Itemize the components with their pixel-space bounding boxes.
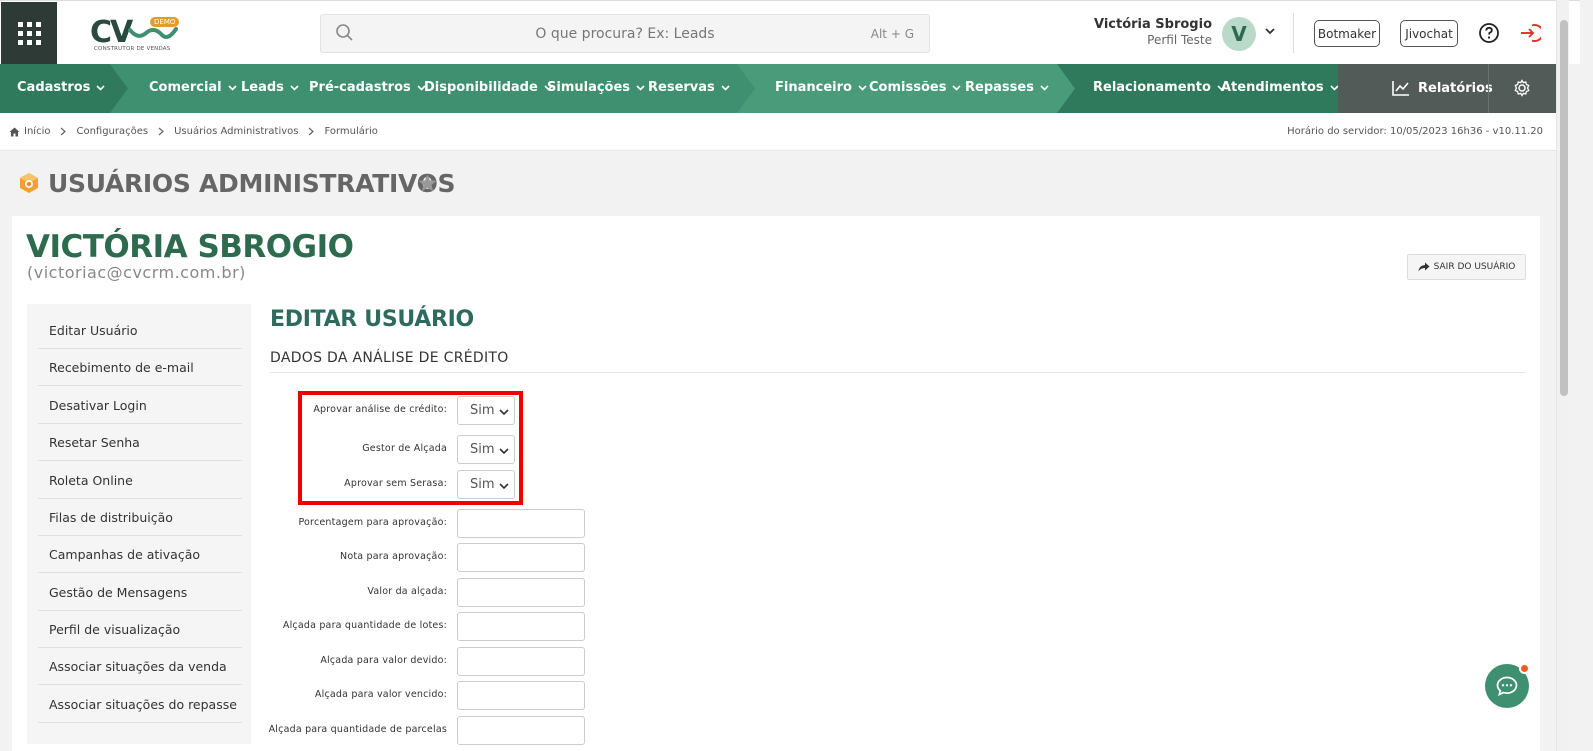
scrollbar[interactable] xyxy=(1556,0,1569,751)
logo[interactable]: CV DEMO CONSTRUTOR DE VENDAS xyxy=(90,15,180,55)
nav-item-comercial[interactable]: Comercial xyxy=(149,80,237,95)
overdue-amount-input[interactable] xyxy=(457,681,585,710)
share-icon xyxy=(1418,262,1430,272)
user-name: Victória Sbrogio xyxy=(1093,17,1212,32)
sidebar-item-roleta-online[interactable]: Roleta Online xyxy=(38,462,242,499)
top-bar: CV DEMO CONSTRUTOR DE VENDAS O que procu… xyxy=(0,0,1580,65)
nav-item-comissoes[interactable]: Comissões xyxy=(869,80,962,95)
apps-menu-button[interactable] xyxy=(1,2,57,65)
field-label: Alçada para valor vencido: xyxy=(314,689,447,700)
main-nav: Cadastros Comercial Leads Pré-cadastros … xyxy=(0,64,1556,113)
breadcrumb: Início Configurações Usuários Administra… xyxy=(9,126,378,137)
field-label: Alçada para valor devido: xyxy=(320,655,447,666)
nav-item-pre-cadastros[interactable]: Pré-cadastros xyxy=(309,80,426,95)
home-icon xyxy=(9,127,20,136)
nav-item-relatorios[interactable]: Relatórios xyxy=(1390,80,1493,96)
help-icon[interactable] xyxy=(1478,22,1500,44)
divider xyxy=(270,372,1526,373)
approval-value-input[interactable] xyxy=(457,578,585,607)
star-icon[interactable] xyxy=(418,174,437,192)
chevron-down-icon xyxy=(290,85,299,91)
approval-percentage-input[interactable] xyxy=(457,509,585,538)
chart-icon xyxy=(1392,81,1409,96)
user-email: (victoriac@cvcrm.com.br) xyxy=(27,263,246,282)
user-profile: Perfil Teste xyxy=(1147,33,1212,47)
breadcrumb-item-inicio[interactable]: Início xyxy=(24,126,50,137)
nav-item-disponibilidade[interactable]: Disponibilidade xyxy=(424,80,553,95)
nav-item-relacionamento[interactable]: Relacionamento xyxy=(1093,80,1226,95)
nav-item-financeiro[interactable]: Financeiro xyxy=(775,80,867,95)
form-title: EDITAR USUÁRIO xyxy=(270,307,474,332)
botmaker-button[interactable]: Botmaker xyxy=(1314,20,1380,47)
user-heading: VICTÓRIA SBROGIO xyxy=(26,229,354,265)
box-icon xyxy=(20,173,38,193)
apps-grid-icon xyxy=(17,22,41,45)
section-title: DADOS DA ANÁLISE DE CRÉDITO xyxy=(270,350,509,366)
sidebar-item-campanhas-ativacao[interactable]: Campanhas de ativação xyxy=(38,536,242,573)
highlight-box xyxy=(298,391,523,505)
logout-icon[interactable] xyxy=(1519,22,1541,44)
chevron-down-icon xyxy=(858,85,867,91)
chat-icon xyxy=(1496,676,1518,696)
divider xyxy=(1488,64,1489,113)
logo-badge: DEMO xyxy=(150,17,180,27)
nav-item-cadastros[interactable]: Cadastros xyxy=(17,80,106,95)
field-label: Nota para aprovação: xyxy=(340,551,447,562)
installments-quantity-input[interactable] xyxy=(457,716,585,745)
exit-user-button[interactable]: SAIR DO USUÁRIO xyxy=(1407,254,1526,280)
chevron-down-icon xyxy=(636,85,645,91)
avatar[interactable]: V xyxy=(1222,17,1256,51)
sidebar-item-perfil-visualizacao[interactable]: Perfil de visualização xyxy=(38,611,242,648)
server-time: Horário do servidor: 10/05/2023 16h36 - … xyxy=(1287,126,1543,137)
logo-subtitle: CONSTRUTOR DE VENDAS xyxy=(94,46,171,52)
sidebar-item-situacoes-venda[interactable]: Associar situações da venda xyxy=(38,648,242,685)
sidebar-item-editar-usuario[interactable]: Editar Usuário xyxy=(38,312,242,349)
chevron-down-icon xyxy=(1040,85,1049,91)
nav-item-simulacoes[interactable]: Simulações xyxy=(547,80,645,95)
nav-item-leads[interactable]: Leads xyxy=(241,80,299,95)
user-sidebar: Editar Usuário Recebimento de e-mail Des… xyxy=(27,304,251,744)
chevron-right-icon xyxy=(309,127,315,136)
sidebar-item-resetar-senha[interactable]: Resetar Senha xyxy=(38,424,242,461)
nav-item-reservas[interactable]: Reservas xyxy=(648,80,730,95)
search-placeholder: O que procura? Ex: Leads xyxy=(535,26,715,42)
breadcrumb-bar: Início Configurações Usuários Administra… xyxy=(0,113,1556,151)
breadcrumb-item-configuracoes[interactable]: Configurações xyxy=(76,126,148,137)
logo-text: CV xyxy=(90,15,133,50)
amount-due-input[interactable] xyxy=(457,647,585,676)
nav-reports-area: Relatórios xyxy=(1338,64,1556,113)
chevron-down-icon xyxy=(952,85,962,91)
sidebar-item-desativar-login[interactable]: Desativar Login xyxy=(38,387,242,424)
approval-score-input[interactable] xyxy=(457,543,585,572)
nav-item-atendimentos[interactable]: Atendimentos xyxy=(1221,80,1339,95)
breadcrumb-item-formulario: Formulário xyxy=(324,126,378,137)
page-title: USUÁRIOS ADMINISTRATIVOS xyxy=(48,169,456,198)
chevron-down-icon xyxy=(96,85,106,91)
scrollbar-thumb[interactable] xyxy=(1560,20,1568,396)
search-bar[interactable]: O que procura? Ex: Leads Alt + G xyxy=(320,14,930,53)
jivochat-button[interactable]: Jivochat xyxy=(1400,20,1458,47)
user-info[interactable]: Victória Sbrogio Perfil Teste xyxy=(1080,17,1212,47)
sidebar-item-situacoes-repasse[interactable]: Associar situações do repasse xyxy=(38,686,242,723)
search-shortcut: Alt + G xyxy=(870,27,914,41)
lots-quantity-input[interactable] xyxy=(457,612,585,641)
sidebar-item-gestao-mensagens[interactable]: Gestão de Mensagens xyxy=(38,574,242,611)
chevron-down-icon xyxy=(228,85,237,91)
chevron-down-icon[interactable] xyxy=(1264,25,1276,37)
notification-dot xyxy=(1519,663,1530,674)
chevron-down-icon xyxy=(721,85,730,91)
field-label: Alçada para quantidade de parcelas xyxy=(268,724,447,735)
field-label: Alçada para quantidade de lotes: xyxy=(282,620,447,631)
breadcrumb-item-usuarios[interactable]: Usuários Administrativos xyxy=(174,126,298,137)
sidebar-item-recebimento-email[interactable]: Recebimento de e-mail xyxy=(38,349,242,386)
nav-item-repasses[interactable]: Repasses xyxy=(965,80,1049,95)
field-label: Porcentagem para aprovação: xyxy=(298,517,447,528)
sidebar-item-filas-distribuicao[interactable]: Filas de distribuição xyxy=(38,499,242,536)
logo-wave-icon xyxy=(128,27,178,39)
divider xyxy=(1293,13,1294,53)
chevron-right-icon xyxy=(158,127,165,136)
chevron-right-icon xyxy=(61,127,67,136)
gear-icon[interactable] xyxy=(1513,79,1531,97)
field-label: Valor da alçada: xyxy=(367,586,447,597)
